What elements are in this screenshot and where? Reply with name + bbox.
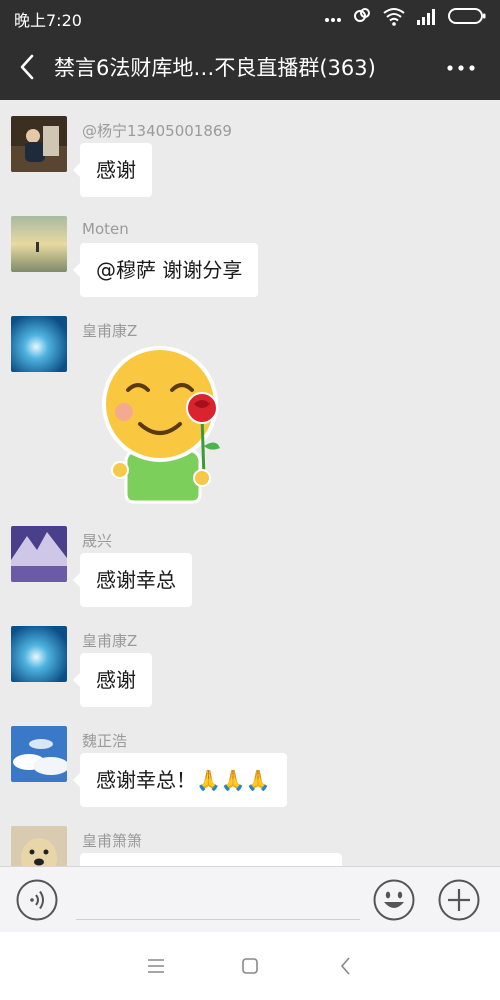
avatar[interactable] xyxy=(11,526,67,582)
battery-icon xyxy=(448,6,486,30)
message-bubble[interactable]: 感谢幸总！🙏🙏🙏 xyxy=(73,753,287,807)
wifi-icon xyxy=(382,6,406,30)
avatar[interactable] xyxy=(11,826,67,866)
sender-name: 皇甫康Z xyxy=(82,322,138,340)
message-bubble[interactable]: 感谢幸总 xyxy=(73,553,192,607)
status-time: 晚上7:20 xyxy=(14,11,82,30)
sender-name: 皇甫箫箫 xyxy=(82,832,143,850)
back-triangle-icon[interactable] xyxy=(334,954,358,978)
sender-name: 魏正浩 xyxy=(82,732,128,750)
smiley-with-rose-sticker[interactable] xyxy=(98,342,228,512)
message-bubble[interactable]: @穆萨 谢谢分享 xyxy=(72,243,259,297)
avatar[interactable] xyxy=(11,216,67,272)
link-icon xyxy=(352,6,372,30)
more-icon[interactable] xyxy=(444,56,478,80)
chat-message: 皇甫康Z 感谢 xyxy=(0,610,500,710)
input-bar xyxy=(0,866,500,932)
avatar[interactable] xyxy=(11,626,67,682)
status-bar: 晚上7:20 xyxy=(0,0,500,34)
message-bubble[interactable]: 感谢 xyxy=(73,143,152,197)
chat-header: 禁言6法财库地…不良直播群(363) xyxy=(0,34,500,100)
chat-message: 皇甫箫箫 xyxy=(0,810,500,866)
chevron-left-icon[interactable] xyxy=(14,50,42,84)
chat-message: 皇甫康Z xyxy=(0,300,500,510)
status-icons xyxy=(324,6,486,30)
chat-message: @杨宁13405001869 感谢 xyxy=(0,100,500,200)
home-square-icon[interactable] xyxy=(238,954,262,978)
avatar[interactable] xyxy=(11,316,67,372)
menu-icon[interactable] xyxy=(144,954,168,978)
voice-icon[interactable] xyxy=(16,879,58,921)
sender-name: Moten xyxy=(82,220,129,238)
signal-icon xyxy=(416,6,438,30)
message-bubble[interactable]: 感谢 xyxy=(73,653,152,707)
plus-icon[interactable] xyxy=(438,879,480,921)
sender-name: 晟兴 xyxy=(82,532,113,550)
sender-name: @杨宁13405001869 xyxy=(82,122,232,140)
chat-message: 晟兴 感谢幸总 xyxy=(0,510,500,610)
chat-area[interactable]: @杨宁13405001869 感谢 Moten @穆萨 谢谢分享 皇甫康Z 晟兴… xyxy=(0,100,500,866)
message-bubble[interactable] xyxy=(80,853,342,866)
sender-name: 皇甫康Z xyxy=(82,632,138,650)
chat-title: 禁言6法财库地…不良直播群(363) xyxy=(54,56,376,80)
avatar[interactable] xyxy=(11,116,67,172)
avatar[interactable] xyxy=(11,726,67,782)
text-input[interactable] xyxy=(76,919,360,920)
more-dots-icon xyxy=(324,6,342,30)
chat-message: Moten @穆萨 谢谢分享 xyxy=(0,200,500,300)
emoji-icon[interactable] xyxy=(373,879,415,921)
system-nav-bar xyxy=(0,932,500,1000)
chat-message: 魏正浩 感谢幸总！🙏🙏🙏 xyxy=(0,710,500,810)
